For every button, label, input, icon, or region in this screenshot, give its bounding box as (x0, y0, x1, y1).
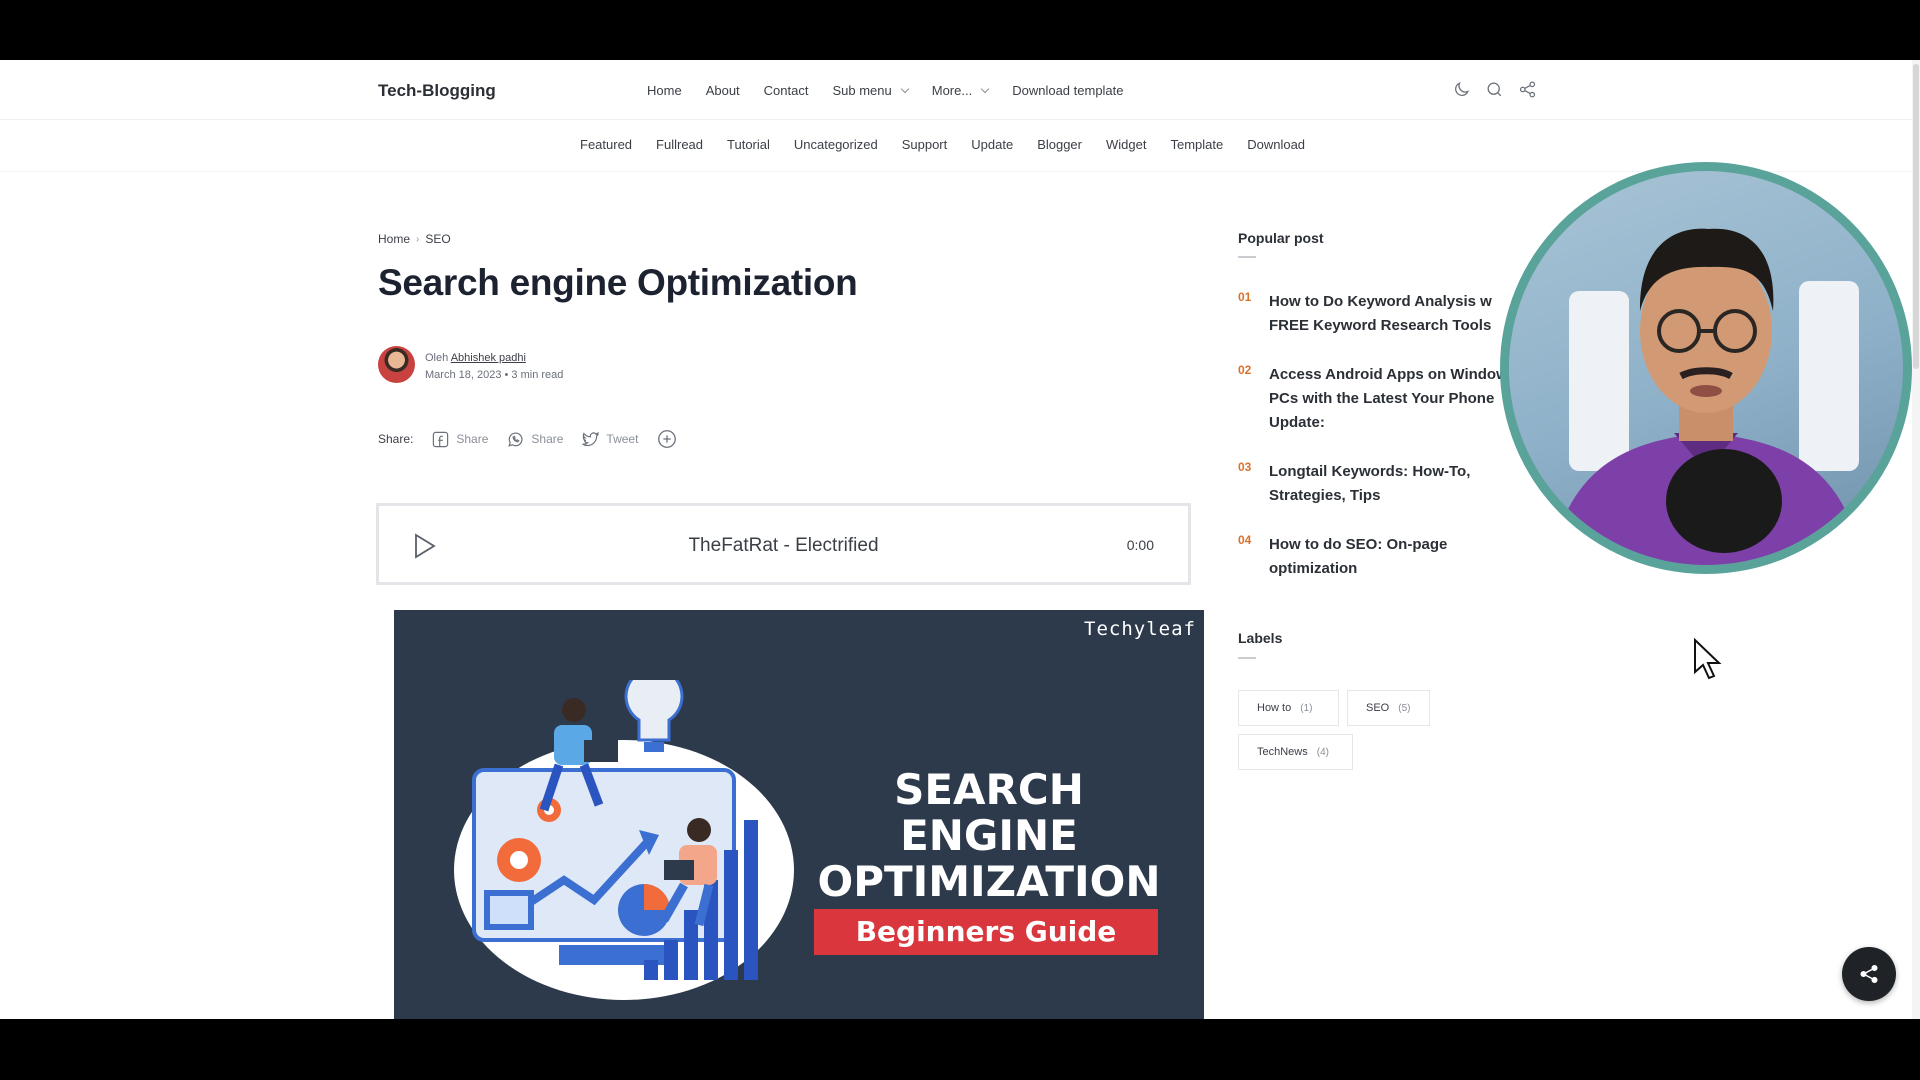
hero-tagline: Beginners Guide (814, 909, 1158, 955)
more-share-button[interactable] (656, 428, 684, 450)
author-meta: Oleh Abhishek padhi March 18, 2023 • 3 m… (425, 348, 563, 382)
blog-page: Tech-Blogging Home About Contact Sub men… (0, 60, 1920, 1019)
twitter-share-button[interactable]: Tweet (581, 430, 638, 449)
breadcrumb-separator: › (416, 233, 420, 245)
share-label: Share: (378, 432, 414, 446)
video-letterbox-top (0, 0, 1920, 60)
nav-download-template[interactable]: Download template (1012, 83, 1123, 98)
nav-home[interactable]: Home (647, 83, 682, 98)
category-blogger[interactable]: Blogger (1037, 137, 1082, 152)
site-header: Tech-Blogging Home About Contact Sub men… (0, 60, 1920, 120)
breadcrumb: Home › SEO (378, 232, 451, 246)
category-download[interactable]: Download (1247, 137, 1305, 152)
featured-image: Techyleaf SEARCH ENGINE OPTIMIZATION Beg… (394, 610, 1204, 1019)
popular-post-heading: Popular post (1238, 230, 1324, 246)
whatsapp-share-button[interactable]: Share (506, 430, 563, 449)
site-brand[interactable]: Tech-Blogging (378, 81, 496, 101)
read-time: 3 min read (511, 368, 564, 381)
breadcrumb-home[interactable]: Home (378, 232, 410, 246)
mouse-cursor-icon (1694, 638, 1722, 680)
popular-post-title[interactable]: Access Android Apps on Window PCs with t… (1269, 363, 1529, 435)
header-icons (1452, 80, 1537, 99)
label-chip[interactable]: SEO (5) (1347, 690, 1430, 726)
nav-submenu[interactable]: Sub menu (832, 83, 909, 98)
page-scrollbar[interactable] (1912, 60, 1920, 1019)
author-prefix: Oleh (425, 351, 449, 364)
floating-share-button[interactable] (1842, 947, 1896, 1001)
label-chip[interactable]: TechNews (4) (1238, 734, 1353, 770)
popular-post-title[interactable]: How to do SEO: On-page optimization (1269, 533, 1529, 581)
popular-post-item[interactable]: 01 How to Do Keyword Analysis w FREE Key… (1238, 290, 1538, 340)
category-widget[interactable]: Widget (1106, 137, 1146, 152)
category-featured[interactable]: Featured (580, 137, 632, 152)
share-icon[interactable] (1518, 80, 1537, 99)
author-row: Oleh Abhishek padhi March 18, 2023 • 3 m… (378, 346, 563, 383)
category-support[interactable]: Support (902, 137, 948, 152)
dark-mode-moon-icon[interactable] (1452, 80, 1471, 99)
post-title: Search engine Optimization (378, 262, 858, 303)
popular-post-number: 01 (1238, 290, 1252, 304)
image-watermark: Techyleaf (1084, 618, 1196, 640)
label-chip[interactable]: How to (1) (1238, 690, 1339, 726)
heading-underline (1238, 256, 1256, 258)
chevron-down-icon (980, 84, 990, 93)
popular-post-number: 02 (1238, 363, 1252, 377)
popular-post-item[interactable]: 03 Longtail Keywords: How-To, Strategies… (1238, 460, 1538, 510)
category-fullread[interactable]: Fullread (656, 137, 703, 152)
whatsapp-icon (508, 432, 523, 447)
facebook-share-button[interactable]: Share (431, 430, 488, 449)
author-link[interactable]: Abhishek padhi (451, 352, 526, 364)
popular-post-item[interactable]: 02 Access Android Apps on Window PCs wit… (1238, 363, 1538, 437)
meta-dot: • (504, 368, 509, 381)
heading-underline (1238, 657, 1256, 659)
popular-post-item[interactable]: 04 How to do SEO: On-page optimization (1238, 533, 1538, 583)
share-icon (1860, 965, 1878, 983)
nav-contact[interactable]: Contact (764, 83, 809, 98)
audio-player: TheFatRat - Electrified 0:00 (376, 503, 1191, 585)
category-tutorial[interactable]: Tutorial (727, 137, 770, 152)
breadcrumb-seo[interactable]: SEO (425, 232, 450, 246)
search-icon[interactable] (1485, 80, 1504, 99)
chevron-down-icon (900, 84, 909, 93)
hero-line-3: OPTIMIZATION (817, 857, 1161, 906)
labels-heading: Labels (1238, 630, 1283, 646)
share-row: Share: Share Share Tweet (378, 428, 702, 450)
webcam-overlay (1500, 162, 1912, 574)
track-time: 0:00 (1126, 537, 1154, 553)
post-date: March 18, 2023 (425, 368, 502, 381)
main-nav: Home About Contact Sub menu More... Down… (647, 83, 1148, 98)
category-update[interactable]: Update (971, 137, 1013, 152)
scrollbar-thumb[interactable] (1913, 64, 1919, 369)
twitter-icon (582, 431, 600, 446)
category-nav: Featured Fullread Tutorial Uncategorized… (580, 137, 1329, 152)
hero-line-1: SEARCH (894, 765, 1084, 814)
plus-circle-icon (658, 430, 677, 448)
hero-line-2: ENGINE (900, 811, 1078, 860)
nav-about[interactable]: About (706, 83, 740, 98)
author-avatar[interactable] (378, 346, 415, 383)
video-letterbox-bottom (0, 1019, 1920, 1080)
popular-post-title[interactable]: How to Do Keyword Analysis w FREE Keywor… (1269, 290, 1529, 338)
popular-post-title[interactable]: Longtail Keywords: How-To, Strategies, T… (1269, 460, 1529, 508)
popular-post-number: 04 (1238, 533, 1252, 547)
facebook-icon (433, 431, 449, 447)
webcam-video (1509, 171, 1903, 565)
nav-more[interactable]: More... (932, 83, 990, 98)
category-template[interactable]: Template (1170, 137, 1223, 152)
popular-post-number: 03 (1238, 460, 1252, 474)
presenter-figure (1549, 228, 1864, 565)
track-title: TheFatRat - Electrified (688, 535, 879, 556)
category-uncategorized[interactable]: Uncategorized (794, 137, 878, 152)
